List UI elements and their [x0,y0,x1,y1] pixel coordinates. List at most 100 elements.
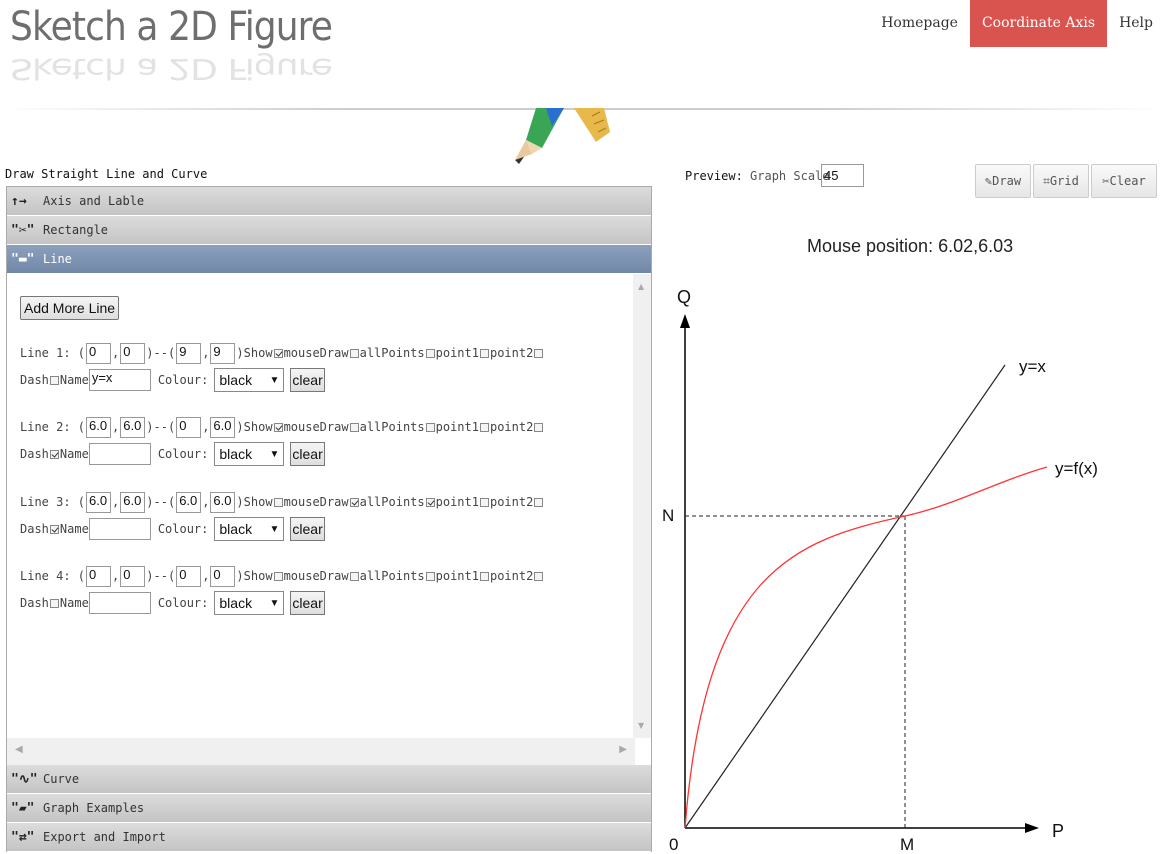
point2-label: point2 [489,495,534,509]
colour-select[interactable]: black ▼ [214,368,285,392]
show-checkbox[interactable] [273,422,283,432]
curve-f-of-x [684,466,1048,829]
colour-select[interactable]: black ▼ [214,517,285,541]
point1-checkbox[interactable] [479,422,489,432]
dash-checkbox[interactable] [49,598,59,608]
x2-input[interactable]: 0 [176,565,202,587]
name-input[interactable] [88,592,151,614]
arrows-icon: ↑→ [11,193,27,209]
line-row: Line 2: ( 6.0 , 6.0 ) -- ( 0 , 6.0 ) Sho… [20,416,544,466]
all-points-checkbox[interactable] [425,348,435,358]
colour-value: black [219,446,253,462]
x1-input[interactable]: 0 [86,342,112,364]
paren-close: ) [146,420,154,434]
graph-scale-label: Graph Scale [750,169,830,183]
x2-input[interactable]: 6.0 [176,491,202,513]
section-export-import[interactable]: "⇄" Export and Import [7,823,651,852]
draw-button[interactable]: ✎ Draw [975,164,1031,198]
colour-select[interactable]: black ▼ [214,591,285,615]
mouse-draw-checkbox[interactable] [349,497,359,507]
preview-label: Preview: Graph Scale [685,169,830,183]
x-axis-arrow [1025,823,1039,833]
clear-line-button[interactable]: clear [290,591,325,615]
point1-label: point1 [435,569,479,583]
origin-label: 0 [669,835,678,854]
scroll-down-icon[interactable]: ▼ [638,721,644,730]
tools-accordion: ↑→ Axis and Lable "✂" Rectangle "▬" Line… [6,186,652,852]
dash-checkbox[interactable] [49,524,59,534]
y2-input[interactable]: 6.0 [210,491,236,513]
line-label: Line 1: [20,346,71,360]
comma: , [112,569,120,583]
paren-close: ) [236,420,244,434]
clear-button[interactable]: ✂ Clear [1091,164,1157,198]
dash-checkbox[interactable] [49,449,59,459]
show-checkbox[interactable] [273,497,283,507]
point2-checkbox[interactable] [534,497,544,507]
all-points-checkbox[interactable] [425,497,435,507]
y1-input[interactable]: 6.0 [120,491,146,513]
colour-select[interactable]: black ▼ [214,442,285,466]
scroll-left-icon[interactable]: ◀ [15,744,23,755]
x1-input[interactable]: 0 [86,565,112,587]
grid-button[interactable]: ⌗ Grid [1033,164,1089,198]
name-input[interactable]: y=x [88,369,151,391]
paren-close: ) [146,495,154,509]
clear-line-button[interactable]: clear [290,368,325,392]
folder-icon: "▰" [11,800,35,816]
section-rectangle[interactable]: "✂" Rectangle [7,216,651,245]
nav-help[interactable]: Help [1107,0,1165,47]
mouse-draw-checkbox[interactable] [349,348,359,358]
scissors-icon: "✂" [11,222,35,238]
point2-checkbox[interactable] [534,348,544,358]
mouse-draw-checkbox[interactable] [349,422,359,432]
m-label: M [900,835,914,854]
mouse-draw-checkbox[interactable] [349,571,359,581]
name-input[interactable] [88,443,151,465]
add-more-line-button[interactable]: Add More Line [20,296,120,320]
clear-line-button[interactable]: clear [290,517,325,541]
paren-close: ) [146,346,154,360]
section-graph-examples[interactable]: "▰" Graph Examples [7,794,651,823]
show-checkbox[interactable] [273,571,283,581]
dash-label: Dash [20,373,49,387]
line-label: Line 2: [20,420,71,434]
point2-checkbox[interactable] [534,422,544,432]
comma: , [202,346,210,360]
paren-open: ( [167,346,176,360]
vertical-scrollbar[interactable]: ▲ ▼ [633,274,651,738]
clear-line-button[interactable]: clear [290,442,325,466]
scroll-up-icon[interactable]: ▲ [638,282,644,291]
name-input[interactable] [88,518,151,540]
nav-coordinate-axis[interactable]: Coordinate Axis [969,0,1108,47]
all-points-checkbox[interactable] [425,422,435,432]
y1-input[interactable]: 0 [120,342,146,364]
graph-scale-input[interactable]: 45 [821,164,864,187]
dash-checkbox[interactable] [49,375,59,385]
graph-canvas[interactable]: Q P 0 N M y=x y=f(x) [655,270,1155,854]
site-logo[interactable]: Sketch a 2D Figure Sketch a 2D Figure [10,4,333,84]
colour-value: black [219,595,253,611]
point1-checkbox[interactable] [479,348,489,358]
point2-checkbox[interactable] [534,571,544,581]
show-checkbox[interactable] [273,348,283,358]
section-axis-and-label[interactable]: ↑→ Axis and Lable [7,187,651,216]
line-icon: "▬" [11,251,35,267]
all-points-checkbox[interactable] [425,571,435,581]
y2-input[interactable]: 6.0 [210,416,236,438]
point1-checkbox[interactable] [479,571,489,581]
point1-checkbox[interactable] [479,497,489,507]
section-curve[interactable]: "∿" Curve [7,765,651,794]
y2-input[interactable]: 0 [210,565,236,587]
x1-input[interactable]: 6.0 [86,416,112,438]
horizontal-scrollbar[interactable]: ◀ ▶ [7,738,635,765]
section-line[interactable]: "▬" Line [7,245,651,274]
scroll-right-icon[interactable]: ▶ [619,744,627,755]
y1-input[interactable]: 6.0 [120,416,146,438]
y2-input[interactable]: 9 [210,342,236,364]
x1-input[interactable]: 6.0 [86,491,112,513]
x2-input[interactable]: 0 [176,416,202,438]
nav-homepage[interactable]: Homepage [869,0,970,47]
y1-input[interactable]: 0 [120,565,146,587]
x2-input[interactable]: 9 [176,342,202,364]
